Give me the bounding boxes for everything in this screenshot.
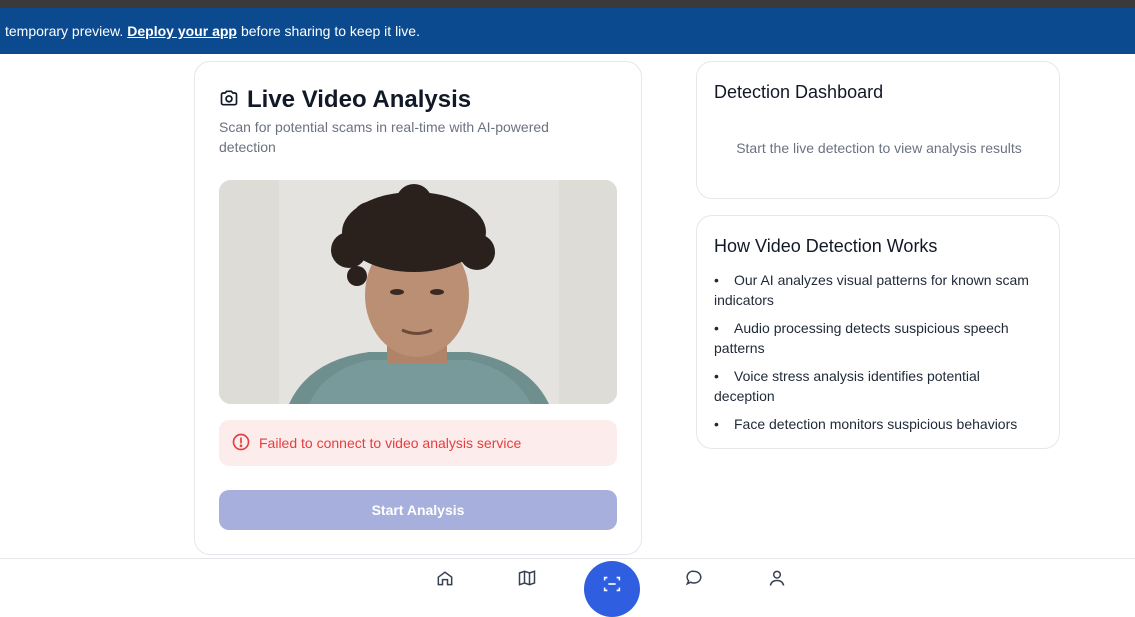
card-header: Live Video Analysis <box>219 86 471 114</box>
how-list: • Our AI analyzes visual patterns for kno… <box>714 270 1044 442</box>
error-message: Failed to connect to video analysis serv… <box>259 435 522 451</box>
banner-text-after: before sharing to keep it live. <box>240 23 420 39</box>
start-analysis-button[interactable]: Start Analysis <box>219 490 617 530</box>
deploy-app-link[interactable]: Deploy your app <box>127 23 237 39</box>
browser-top-strip <box>0 0 1135 8</box>
how-it-works-card: How Video Detection Works • Our AI analyz… <box>696 215 1060 449</box>
error-alert: Failed to connect to video analysis serv… <box>219 420 617 466</box>
list-item: • Face detection monitors suspicious beha… <box>714 416 1018 432</box>
webcam-person-illustration <box>219 180 617 404</box>
page-title: Live Video Analysis <box>247 86 472 113</box>
video-analysis-card: Live Video Analysis Scan for potential s… <box>194 61 642 555</box>
list-item: • Voice stress analysis identifies potent… <box>714 368 980 404</box>
alert-circle-icon <box>231 432 259 455</box>
dashboard-title: Detection Dashboard <box>714 82 884 102</box>
dashboard-empty-message: Start the live detection to view analysi… <box>736 140 1022 156</box>
page-subtitle: Scan for potential scams in real-time wi… <box>219 119 549 155</box>
list-item: • Our AI analyzes visual patterns for kno… <box>714 272 1029 308</box>
camera-icon <box>219 88 247 113</box>
how-title: How Video Detection Works <box>714 236 938 256</box>
banner-text-before: temporary preview. <box>5 23 124 39</box>
scan-icon[interactable] <box>584 561 640 617</box>
bottom-nav <box>0 558 1135 617</box>
home-icon[interactable] <box>435 568 457 590</box>
chat-icon[interactable] <box>684 568 706 590</box>
preview-banner: temporary preview. Deploy your app befor… <box>0 8 1135 54</box>
user-icon[interactable] <box>767 568 789 590</box>
list-item: • Audio processing detects suspicious spe… <box>714 320 1009 356</box>
video-feed <box>219 180 617 404</box>
map-icon[interactable] <box>517 568 539 590</box>
detection-dashboard-card: Detection Dashboard Start the live detec… <box>696 61 1060 199</box>
